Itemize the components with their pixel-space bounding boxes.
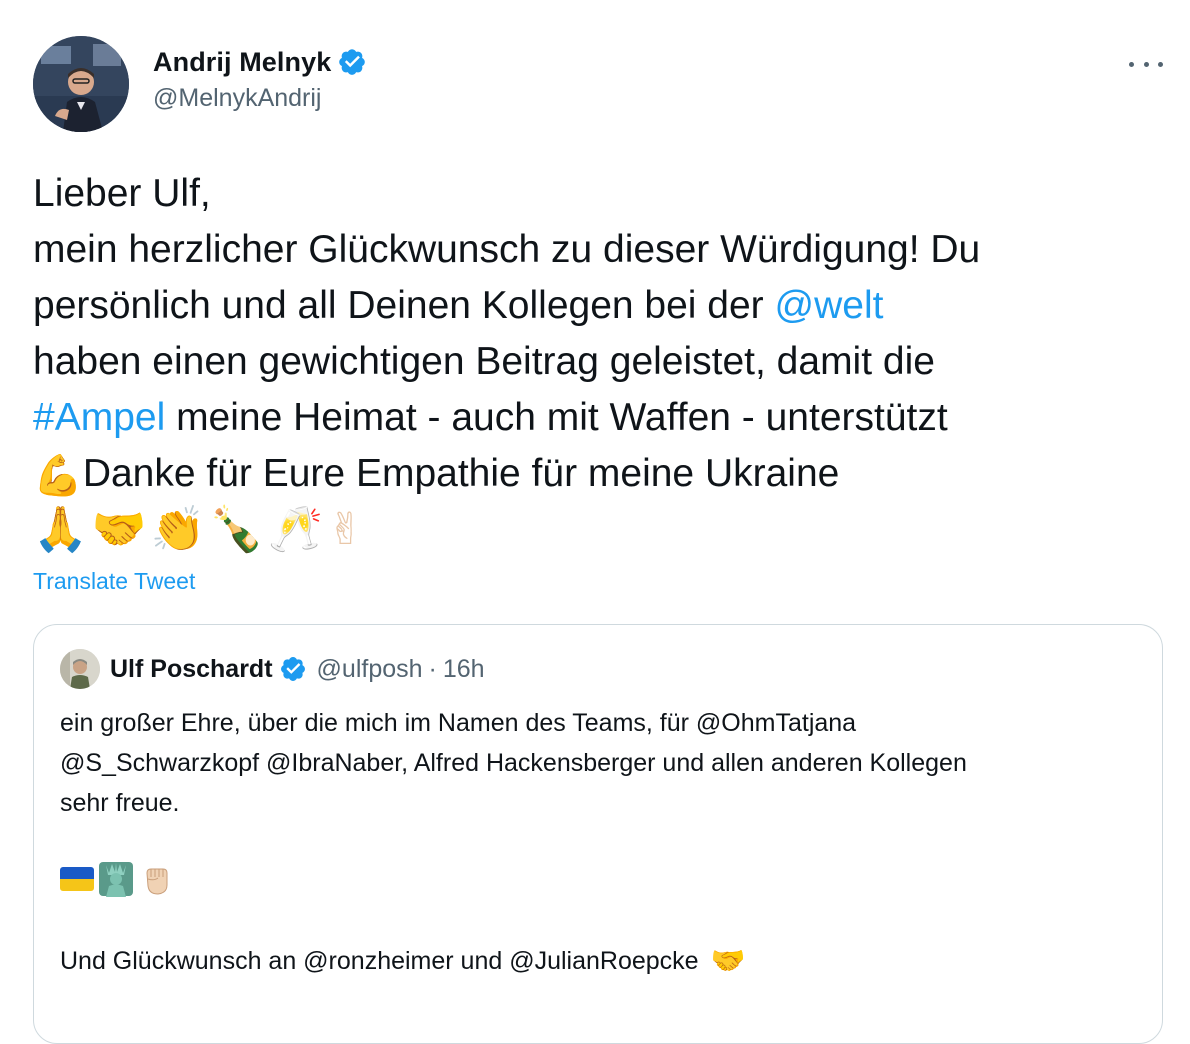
quoted-text: ein großer Ehre, über die mich im Namen … xyxy=(60,703,1140,823)
quoted-line: ein großer Ehre, über die mich im Namen … xyxy=(60,709,857,737)
quoted-header: Ulf Poschardt @ulfposh · 16h xyxy=(60,649,485,689)
folded-hands-icon: 🙏 xyxy=(33,504,88,555)
author-name-row[interactable]: Andrij Melnyk xyxy=(153,42,367,82)
victory-hand-icon: ✌ xyxy=(326,504,364,555)
statue-of-liberty-icon xyxy=(99,862,133,897)
tweet-line: mein herzlicher Glückwunsch zu dieser Wü… xyxy=(33,228,981,271)
more-options-icon[interactable] xyxy=(1129,54,1163,74)
tweet-line: #Ampel meine Heimat - auch mit Waffen - … xyxy=(33,390,1163,446)
translate-tweet-link[interactable]: Translate Tweet xyxy=(33,568,195,595)
author-handle[interactable]: @MelnykAndrij xyxy=(153,84,367,113)
clapping-hands-icon: 👏 xyxy=(150,504,206,555)
author-avatar-image xyxy=(33,36,129,132)
tweet-line: 💪Danke für Eure Empathie für meine Ukrai… xyxy=(33,446,1163,504)
more-dot xyxy=(1158,61,1163,67)
quoted-display-name: Ulf Poschardt xyxy=(110,654,273,683)
quoted-timestamp: 16h xyxy=(442,654,485,683)
quoted-text-congrats: Und Glückwunsch an @ronzheimer und @Juli… xyxy=(60,941,745,981)
quoted-emoji-row xyxy=(60,859,174,899)
quoted-line: sehr freue. xyxy=(60,789,180,817)
verified-badge-icon xyxy=(339,49,366,75)
quoted-avatar-image xyxy=(60,649,100,689)
author-avatar[interactable] xyxy=(33,36,129,132)
tweet-emoji-row: 🙏 🤝 👏 🍾 🥂 ✌ xyxy=(33,500,364,560)
author-display-name[interactable]: Andrij Melnyk xyxy=(153,47,331,78)
author-names: Andrij Melnyk @MelnykAndrij xyxy=(153,42,367,113)
hashtag-link[interactable]: #Ampel xyxy=(33,396,165,439)
tweet-line: persönlich und all Deinen Kollegen bei d… xyxy=(33,278,1163,334)
handshake-icon: 🤝 xyxy=(91,504,147,555)
quoted-line: @S_Schwarzkopf @IbraNaber, Alfred Hacken… xyxy=(60,749,967,777)
tweet-text: persönlich und all Deinen Kollegen bei d… xyxy=(33,284,775,327)
tweet-line: Lieber Ulf, xyxy=(33,172,211,215)
flexed-biceps-icon: 💪 xyxy=(33,452,83,499)
raised-fist-icon xyxy=(146,868,168,895)
mention-link[interactable]: @welt xyxy=(775,284,884,327)
tweet-text: meine Heimat - auch mit Waffen - unterst… xyxy=(165,396,948,439)
more-dot xyxy=(1129,61,1134,67)
quoted-handle: @ulfposh xyxy=(316,654,423,683)
handshake-icon: 🤝 xyxy=(710,944,746,977)
quoted-author-avatar xyxy=(60,649,100,689)
clinking-glasses-icon: 🥂 xyxy=(268,504,323,555)
tweet-header: Andrij Melnyk @MelnykAndrij xyxy=(33,36,1163,136)
more-dot xyxy=(1143,61,1149,67)
quoted-tweet[interactable]: Ulf Poschardt @ulfposh · 16h ein großer … xyxy=(33,624,1163,1044)
tweet-body: Lieber Ulf, mein herzlicher Glückwunsch … xyxy=(33,166,1163,504)
ukraine-flag-icon xyxy=(60,867,94,891)
verified-badge-icon xyxy=(280,657,305,681)
quoted-congrats-text: Und Glückwunsch an @ronzheimer und @Juli… xyxy=(60,947,699,975)
tweet: Andrij Melnyk @MelnykAndrij Lieber Ulf, … xyxy=(0,0,1190,1044)
tweet-line: haben einen gewichtigen Beitrag geleiste… xyxy=(33,340,935,383)
separator-dot: · xyxy=(428,654,437,683)
champagne-bottle-icon: 🍾 xyxy=(209,504,265,555)
tweet-text: Danke für Eure Empathie für meine Ukrain… xyxy=(82,452,840,495)
